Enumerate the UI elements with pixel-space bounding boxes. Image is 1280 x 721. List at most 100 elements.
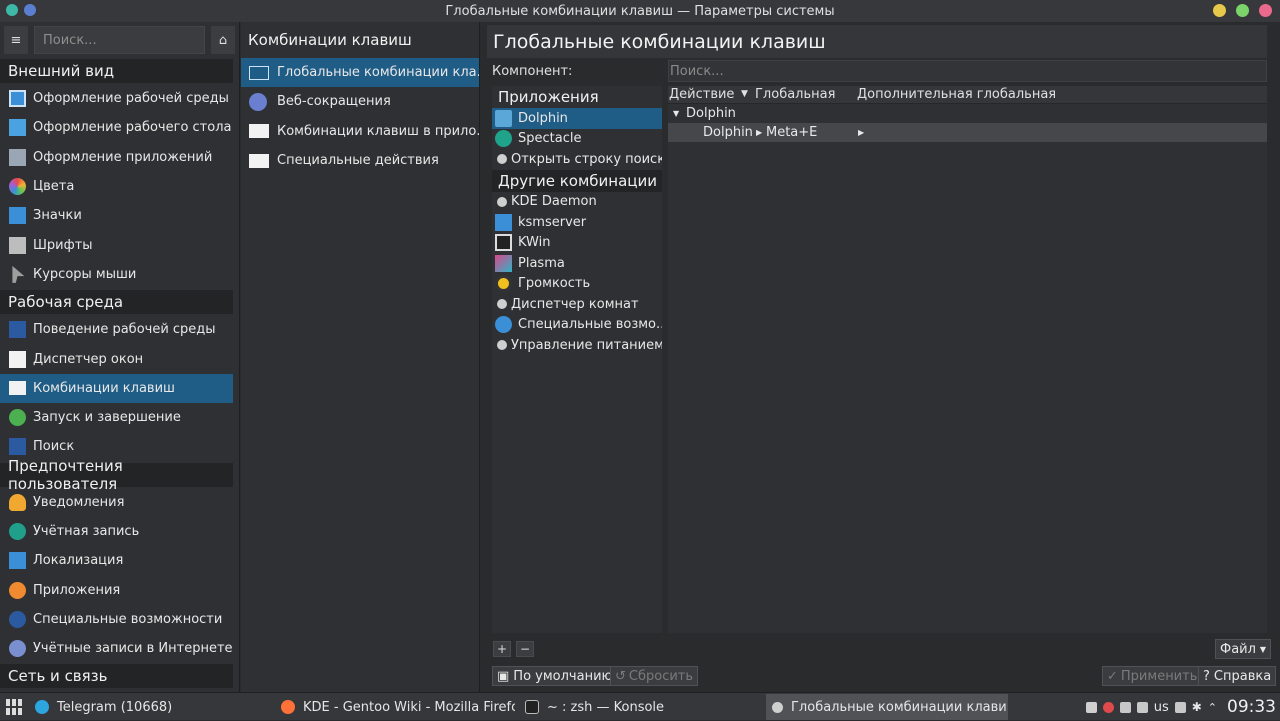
component-plasma[interactable]: Plasma [492,253,662,274]
file-menu-button[interactable]: Файл ▼ [1215,639,1272,659]
component-kde-daemon[interactable]: KDE Daemon [492,192,662,213]
subcategory-app-shortcuts[interactable]: Комбинации клавиш в прило... [241,117,479,146]
maximize-button[interactable] [1236,4,1249,17]
minimize-button[interactable] [1213,4,1226,17]
subcategory-custom-actions[interactable]: Специальные действия [241,146,479,175]
reset-button[interactable]: ↺ Сбросить [610,666,699,686]
remove-component-button[interactable]: − [516,641,534,657]
defaults-button[interactable]: ▣ По умолчанию [492,666,618,686]
user-icon [9,523,26,540]
add-component-button[interactable]: + [493,641,511,657]
sidebar-item-applications[interactable]: Приложения [0,575,233,604]
component-label: Специальные возмо... [518,317,662,333]
sidebar-item-shortcuts[interactable]: Комбинации клавиш [0,373,233,403]
subcategory-label: Комбинации клавиш в прило... [277,123,479,139]
component-label: ksmserver [518,214,587,230]
component-label: Громкость [518,276,591,292]
bluetooth-icon[interactable]: ✱ [1192,700,1202,714]
chevron-down-icon: ▼ [1259,644,1267,654]
task-firefox[interactable]: KDE - Gentoo Wiki - Mozilla Firefox [275,694,515,720]
column-action[interactable]: Действие [669,87,734,102]
clipboard-icon[interactable] [1119,701,1131,713]
sidebar-item-account[interactable]: Учётная запись [0,517,233,546]
sidebar-item-startup[interactable]: Запуск и завершение [0,403,233,432]
keyboard-layout[interactable]: us [1154,700,1169,715]
component-kwin[interactable]: KWin [492,233,662,254]
gear-icon [497,340,507,351]
component-power-management[interactable]: Управление питанием [492,335,662,356]
component-activity-manager[interactable]: Диспетчер комнат [492,294,662,315]
search-placeholder: Поиск... [670,63,724,79]
apply-button[interactable]: ✓ Применить [1102,666,1203,686]
chevron-right-icon: ▶ [756,128,763,137]
sidebar-item-window-manager[interactable]: Диспетчер окон [0,344,233,373]
component-search-bar[interactable]: Открыть строку поиск... [492,149,662,170]
locale-icon [9,552,26,570]
hamburger-menu-button[interactable]: ≡ [4,26,28,54]
app-launcher-icon[interactable] [6,699,22,715]
sidebar-item-app-style[interactable]: Оформление приложений [0,143,233,172]
component-volume[interactable]: Громкость [492,274,662,295]
bell-icon [9,493,26,511]
home-button[interactable]: ⌂ [211,26,235,54]
volume-icon [495,275,512,293]
component-accessibility[interactable]: Специальные возмо... [492,315,662,336]
subcategory-label: Веб-сокращения [277,94,391,110]
sidebar-item-label: Оформление рабочего стола [33,120,232,136]
subcategory-title: Комбинации клавиш [248,31,412,49]
task-konsole[interactable]: ~ : zsh — Konsole [519,694,763,720]
component-label: KDE Daemon [511,194,597,210]
page-title: Глобальные комбинации клавиш [487,25,1267,58]
printer-icon[interactable] [1136,701,1148,713]
keyboard-icon [9,381,26,396]
tree-group-row[interactable]: ▼ Dolphin [668,104,1267,123]
category-network: Сеть и связь [0,664,233,689]
app-menu-icon[interactable] [6,4,18,16]
subcategory-web-shortcuts[interactable]: Веб-сокращения [241,87,479,116]
reset-label: Сбросить [628,668,694,684]
help-button[interactable]: ? Справка [1198,666,1277,686]
column-global[interactable]: Глобальная [755,87,835,102]
component-label: Dolphin [518,110,568,126]
firefox-icon [281,700,295,714]
task-system-settings[interactable]: Глобальные комбинации клави... [766,694,1008,720]
shortcut-search-input[interactable]: Поиск... [668,60,1267,82]
sidebar-item-locale[interactable]: Локализация [0,546,233,575]
colors-icon [9,178,26,196]
startup-icon [9,409,26,427]
sidebar-item-cursors[interactable]: Курсоры мыши [0,260,233,289]
pin-icon[interactable] [24,4,36,16]
sidebar-search-input[interactable]: Поиск... [34,26,205,54]
subcategory-global-shortcuts[interactable]: Глобальные комбинации кла... [241,58,479,88]
component-ksmserver[interactable]: ksmserver [492,212,662,233]
tray-expand-icon[interactable]: ⌃ [1208,701,1217,714]
task-label: ~ : zsh — Konsole [547,699,665,715]
network-icon[interactable] [1174,701,1186,713]
sidebar-item-icons[interactable]: Значки [0,201,233,230]
shortcut-global[interactable]: Meta+E [766,125,817,140]
sidebar-item-fonts[interactable]: Шрифты [0,230,233,259]
defaults-label: По умолчанию [513,668,613,684]
sidebar-item-label: Оформление приложений [33,149,213,165]
sidebar-item-workspace-theme[interactable]: Оформление рабочей среды [0,84,233,113]
task-label: Глобальные комбинации клави... [791,699,1008,715]
sidebar-item-online-accounts[interactable]: Учётные записи в Интернете [0,634,233,663]
component-dolphin[interactable]: Dolphin [492,108,662,129]
component-list: Приложения Dolphin Spectacle Открыть стр… [492,86,662,633]
sidebar-item-workspace-behavior[interactable]: Поведение рабочей среды [0,315,233,344]
notification-icon[interactable] [1102,701,1114,713]
task-telegram[interactable]: Telegram (10668) [29,694,272,720]
sidebar-item-accessibility[interactable]: Специальные возможности [0,605,233,634]
clock[interactable]: 09:33 [1227,697,1276,717]
component-spectacle[interactable]: Spectacle [492,129,662,150]
sidebar-item-desktop-theme[interactable]: Оформление рабочего стола [0,113,233,142]
shortcut-row[interactable]: Dolphin ▶ Meta+E ▶ [668,123,1267,142]
close-button[interactable] [1259,4,1272,17]
column-alt-global[interactable]: Дополнительная глобальная [857,87,1056,102]
component-label: Plasma [518,255,565,271]
component-label: Spectacle [518,131,582,147]
sidebar-item-colors[interactable]: Цвета [0,172,233,201]
star-icon [9,581,26,599]
flame-icon[interactable] [1085,701,1097,713]
telegram-icon [35,700,49,714]
